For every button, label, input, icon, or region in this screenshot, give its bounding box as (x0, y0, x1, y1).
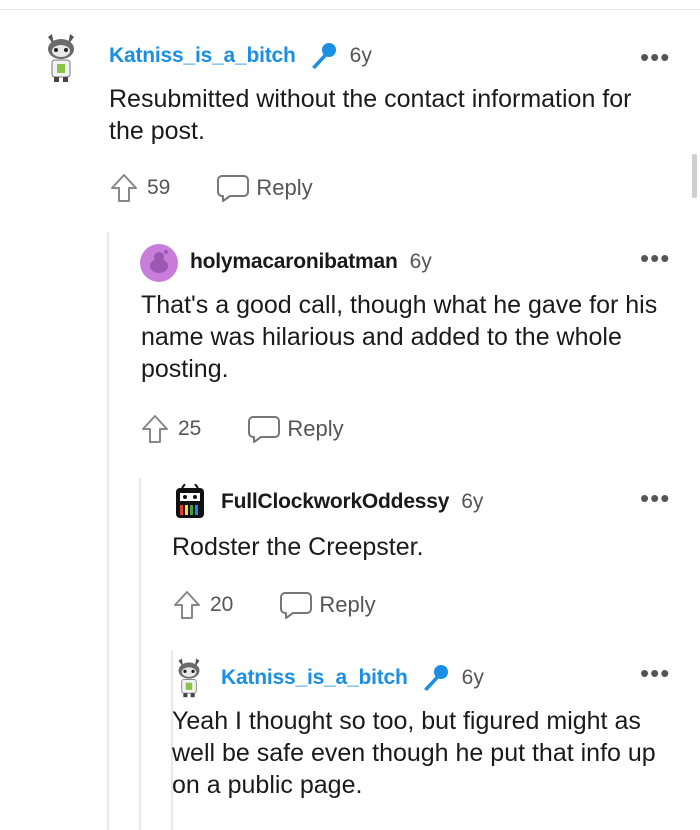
comment-body: Rodster the Creepster. (172, 533, 424, 561)
vote-count: 25 (178, 417, 202, 440)
upvote-arrow-icon (142, 415, 168, 443)
snoo-kitty-avatar-icon[interactable] (172, 656, 206, 698)
comment-author[interactable]: Katniss_is_a_bitch (109, 44, 296, 68)
reply-button[interactable]: Reply (279, 590, 376, 620)
more-options-button[interactable]: ••• (640, 485, 670, 511)
upvote-button[interactable]: 59 (109, 172, 170, 204)
more-options-button[interactable]: ••• (640, 245, 670, 271)
reply-button[interactable]: Reply (216, 173, 313, 203)
reply-label: Reply (287, 416, 344, 441)
reply-label: Reply (319, 592, 376, 617)
upvote-button[interactable]: 25 (140, 413, 201, 445)
vote-count: 20 (210, 593, 234, 616)
reply-bubble-icon (280, 592, 313, 619)
reply-button[interactable]: Reply (247, 414, 344, 444)
comment-body: That's a good call, though what he gave … (141, 291, 658, 383)
comment-age: 6y (349, 44, 372, 67)
more-options-button[interactable]: ••• (640, 44, 670, 70)
scrollbar-thumb[interactable] (692, 154, 697, 198)
more-options-button[interactable]: ••• (640, 660, 670, 686)
upvote-arrow-icon (174, 591, 200, 619)
vote-count: 59 (147, 176, 171, 199)
thread-line-2[interactable] (139, 478, 141, 830)
comment-body: Yeah I thought so too, but figured might… (172, 707, 656, 799)
comment-author[interactable]: holymacaronibatman (190, 250, 398, 274)
top-divider (0, 9, 700, 10)
reply-label: Reply (256, 175, 313, 200)
comment-age: 6y (461, 666, 484, 689)
comment-age: 6y (461, 490, 484, 513)
microphone-badge-icon (311, 43, 336, 69)
upvote-button[interactable]: 20 (172, 589, 233, 621)
snoo-kitty-avatar-icon[interactable] (40, 31, 82, 83)
purple-snoo-avatar-icon[interactable] (140, 244, 178, 282)
comment-body: Resubmitted without the contact informat… (109, 85, 632, 145)
comment-author[interactable]: FullClockworkOddessy (221, 490, 449, 514)
comment-author[interactable]: Katniss_is_a_bitch (221, 666, 408, 690)
microphone-badge-icon (423, 665, 448, 691)
upvote-arrow-icon (111, 174, 137, 202)
reply-bubble-icon (248, 416, 281, 443)
comment-age: 6y (409, 250, 432, 273)
robot-avatar-icon[interactable] (172, 484, 208, 522)
reply-bubble-icon (217, 175, 250, 202)
thread-line-1[interactable] (107, 232, 109, 830)
